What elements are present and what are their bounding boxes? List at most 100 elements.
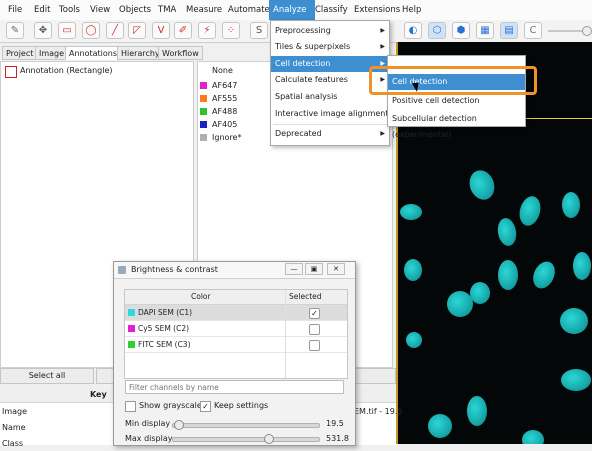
max-display-slider-thumb[interactable]: [264, 434, 274, 444]
tab-annotations[interactable]: Annotations: [65, 46, 122, 60]
submenu-arrow-icon: ▶: [380, 43, 385, 50]
channel-color-swatch: [128, 341, 135, 348]
select-all-button[interactable]: Select all: [0, 368, 94, 384]
rectangle-tool-icon[interactable]: ▭: [58, 22, 76, 39]
maximize-icon[interactable]: ▣: [305, 263, 323, 275]
close-icon[interactable]: ✕: [327, 263, 345, 275]
tab-image[interactable]: Image: [35, 46, 69, 60]
nucleus: [516, 193, 544, 229]
channel-selected-checkbox[interactable]: ✓: [309, 308, 320, 319]
nucleus: [560, 308, 588, 334]
menu-file[interactable]: File: [4, 0, 26, 20]
column-selected: Selected: [289, 292, 322, 301]
class-label: AF405: [212, 120, 238, 129]
minimize-icon[interactable]: —: [285, 263, 303, 275]
menu-tools[interactable]: Tools: [55, 0, 84, 20]
keep-settings-checkbox[interactable]: ✓: [200, 401, 211, 412]
menu-extensions[interactable]: Extensions: [350, 0, 404, 20]
max-display-label: Max display: [125, 434, 173, 443]
menu-bar: File Edit Tools View Objects TMA Measure…: [0, 0, 592, 21]
nucleus: [562, 192, 580, 218]
menu-edit[interactable]: Edit: [30, 0, 54, 20]
opacity-slider[interactable]: [548, 30, 586, 32]
channel-filter-input[interactable]: [125, 380, 344, 394]
menu-automate[interactable]: Automate: [224, 0, 274, 20]
annotation-color-swatch: [5, 66, 17, 78]
menu-item-deprecated[interactable]: Deprecated ▶: [271, 126, 389, 142]
polyline-tool-icon[interactable]: V: [152, 22, 170, 39]
menu-help[interactable]: Help: [398, 0, 425, 20]
max-display-slider[interactable]: [172, 437, 320, 442]
nucleus: [447, 291, 473, 317]
menu-separator: [273, 124, 387, 125]
wand-icon[interactable]: ✎: [6, 22, 24, 39]
menu-classify[interactable]: Classify: [311, 0, 352, 20]
menu-tma[interactable]: TMA: [154, 0, 180, 20]
menu-analyze[interactable]: Analyze: [269, 0, 315, 20]
polygon-tool-icon[interactable]: ◸: [128, 22, 146, 39]
tab-workflow[interactable]: Workflow: [158, 46, 203, 60]
show-tma-grid-icon[interactable]: ▦: [476, 22, 494, 39]
min-display-slider[interactable]: [172, 423, 320, 428]
channel-color-swatch: [128, 309, 135, 316]
brush-tool-icon[interactable]: ✐: [174, 22, 192, 39]
nucleus: [404, 259, 422, 281]
channel-row[interactable]: DAPI SEM (C1) ✓: [125, 305, 347, 321]
channel-row[interactable]: FITC SEM (C3): [125, 337, 347, 353]
dialog-titlebar[interactable]: Brightness & contrast — ▣ ✕: [114, 262, 355, 279]
keep-settings-label: Keep settings: [214, 401, 269, 410]
menu-item-positive-cell-detection[interactable]: Positive cell detection: [388, 93, 525, 109]
channel-name: Cy5 SEM (C2): [138, 324, 190, 333]
menu-measure[interactable]: Measure: [182, 0, 226, 20]
image-name-value: EM.tif - 19.5: [354, 407, 403, 416]
annotation-item[interactable]: Annotation (Rectangle): [20, 66, 113, 75]
class-label: Ignore*: [212, 133, 242, 142]
class-color-swatch: [200, 95, 207, 102]
opacity-slider-thumb[interactable]: [582, 26, 592, 36]
nucleus: [529, 258, 559, 292]
nucleus: [561, 369, 591, 391]
channel-color-swatch: [128, 325, 135, 332]
menu-item-interactive-image-alignment[interactable]: Interactive image alignment: [271, 106, 389, 122]
class-label: AF647: [212, 81, 238, 90]
class-item[interactable]: AF555: [200, 93, 237, 105]
show-annotations-icon[interactable]: ⬡: [428, 22, 446, 39]
menu-view[interactable]: View: [86, 0, 114, 20]
brightness-contrast-icon[interactable]: ◐: [404, 22, 422, 39]
ellipse-tool-icon[interactable]: ◯: [82, 22, 100, 39]
class-color-swatch: [200, 108, 207, 115]
key-column-header: Key: [90, 390, 107, 399]
nucleus: [400, 204, 422, 220]
show-grayscale-checkbox[interactable]: [125, 401, 136, 412]
line-tool-icon[interactable]: ╱: [106, 22, 124, 39]
show-pixel-classification-icon[interactable]: ▤: [500, 22, 518, 39]
class-item[interactable]: AF488: [200, 106, 237, 118]
nucleus: [467, 396, 487, 426]
overlay-opacity-icon[interactable]: C: [524, 22, 542, 39]
nucleus: [522, 430, 544, 444]
points-tool-icon[interactable]: ⁘: [222, 22, 240, 39]
wand-tool-icon[interactable]: ⚡: [198, 22, 216, 39]
tab-project[interactable]: Project: [2, 46, 38, 60]
menu-item-tiles-superpixels[interactable]: Tiles & superpixels ▶: [271, 39, 389, 55]
class-label: AF488: [212, 107, 238, 116]
column-color: Color: [191, 292, 211, 301]
move-icon[interactable]: ✥: [34, 22, 52, 39]
channel-row[interactable]: Cy5 SEM (C2): [125, 321, 347, 337]
class-item[interactable]: AF647: [200, 80, 237, 92]
class-item[interactable]: Ignore*: [200, 132, 241, 144]
max-display-value: 531.8: [326, 434, 349, 443]
class-color-swatch: [200, 82, 207, 89]
menu-item-subcellular-detection[interactable]: Subcellular detection (experimental): [388, 111, 525, 139]
selection-mode-icon[interactable]: S: [250, 22, 268, 39]
tab-hierarchy[interactable]: Hierarchy: [117, 46, 164, 60]
menu-objects[interactable]: Objects: [115, 0, 155, 20]
channel-selected-checkbox[interactable]: [309, 340, 320, 351]
fill-detections-icon[interactable]: ⬢: [452, 22, 470, 39]
class-item-none[interactable]: None: [212, 65, 233, 77]
menu-item-preprocessing[interactable]: Preprocessing ▶: [271, 23, 389, 39]
min-display-slider-thumb[interactable]: [174, 420, 184, 430]
class-item[interactable]: AF405: [200, 119, 237, 131]
channel-selected-checkbox[interactable]: [309, 324, 320, 335]
min-display-value: 19.5: [326, 419, 344, 428]
